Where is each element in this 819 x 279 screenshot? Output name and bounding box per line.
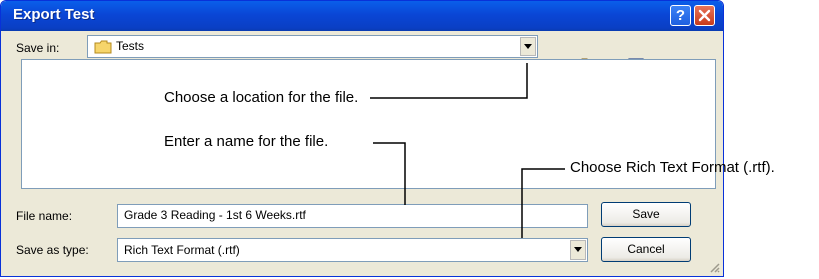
- annotation-lines: [370, 63, 565, 238]
- name-callout-line: [373, 142, 406, 205]
- location-callout-line: [370, 63, 528, 99]
- format-annotation: Choose Rich Text Format (.rtf).: [570, 159, 775, 176]
- format-callout-line: [521, 168, 565, 238]
- location-annotation: Choose a location for the file.: [164, 89, 359, 106]
- name-annotation: Enter a name for the file.: [164, 133, 329, 150]
